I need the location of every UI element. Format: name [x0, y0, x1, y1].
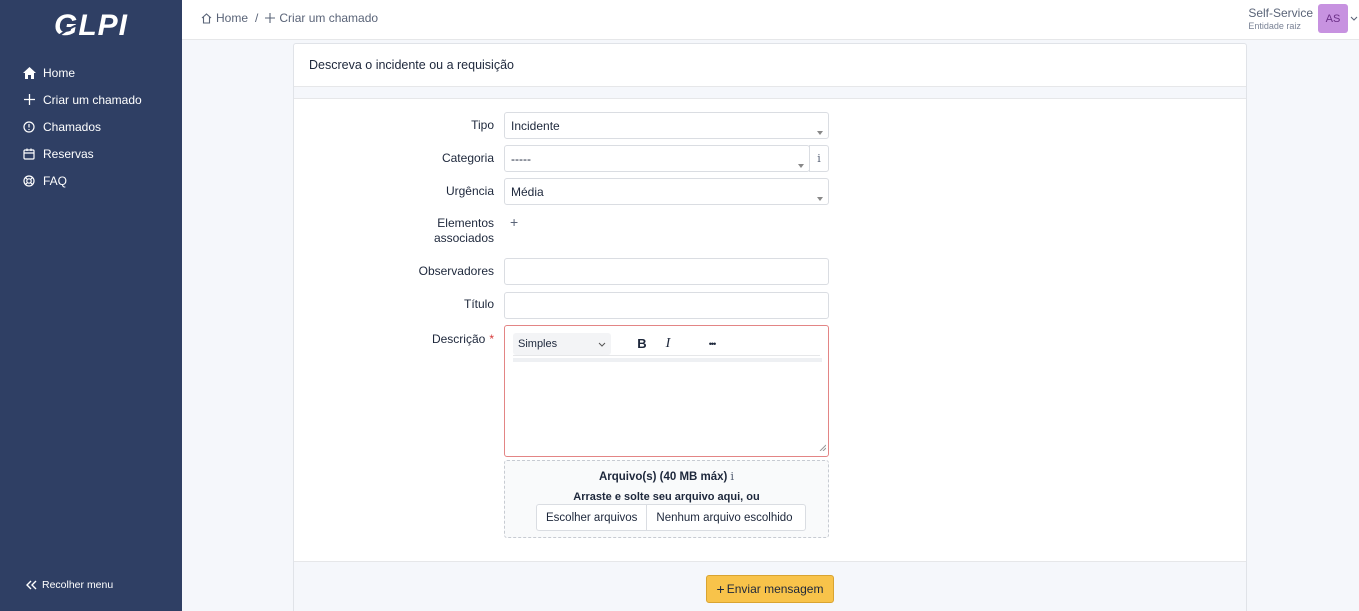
plus-icon: [22, 93, 36, 107]
sidebar-item-label: Criar um chamado: [43, 92, 142, 107]
alert-circle-icon: [22, 120, 36, 134]
more-options-icon[interactable]: •••: [699, 333, 725, 355]
breadcrumb-home[interactable]: Home: [201, 11, 248, 25]
urgencia-label: Urgência: [445, 184, 494, 198]
breadcrumb-criar-chamado[interactable]: Criar um chamado: [265, 11, 378, 25]
chevron-down-icon: [598, 338, 606, 350]
send-message-label: Enviar mensagem: [726, 582, 824, 596]
glpi-logo[interactable]: GLPI: [54, 8, 130, 42]
dropdown-arrow-icon: [817, 124, 823, 138]
home-icon: [22, 66, 36, 80]
italic-button[interactable]: I: [655, 333, 681, 355]
toolbar-shadow: [513, 358, 822, 362]
sidebar-item-criar-chamado[interactable]: Criar um chamado: [0, 86, 182, 113]
profile-name: Self-Service: [1248, 5, 1313, 20]
descricao-label-text: Descrição: [431, 332, 486, 346]
sidebar-item-label: FAQ: [43, 173, 68, 188]
sidebar: GLPI Home Criar um chamado Chamados Rese…: [0, 0, 182, 611]
profile-info: Self-Service Entidade raiz: [1248, 6, 1313, 32]
sidebar-item-home[interactable]: Home: [0, 59, 182, 86]
breadcrumb-label: Home: [216, 11, 249, 25]
format-value: Simples: [518, 337, 558, 350]
top-header: Home / Criar um chamado Self-Service Ent…: [182, 0, 1359, 40]
tipo-select[interactable]: Incidente: [504, 112, 829, 139]
elementos-label: Elementos associados: [434, 216, 494, 246]
sidebar-item-faq[interactable]: FAQ: [0, 167, 182, 194]
collapse-menu-label: Recolher menu: [42, 579, 114, 591]
categoria-label: Categoria: [441, 151, 494, 165]
home-icon: [201, 12, 212, 24]
description-editor[interactable]: Simples B I •••: [504, 325, 829, 457]
card-divider: [294, 87, 1246, 99]
categoria-value: -----: [511, 151, 531, 166]
profile-entity: Entidade raiz: [1248, 20, 1301, 31]
info-icon[interactable]: i: [730, 469, 734, 483]
elementos-label-line1: Elementos: [437, 216, 494, 230]
observadores-label: Observadores: [418, 264, 494, 278]
chevron-down-icon: [1349, 16, 1359, 21]
observadores-input[interactable]: [504, 258, 829, 285]
lifebuoy-icon: [22, 174, 36, 188]
avatar[interactable]: AS: [1318, 4, 1348, 33]
add-associated-item-button[interactable]: +: [510, 214, 518, 230]
titulo-input[interactable]: [504, 292, 829, 319]
breadcrumb-separator: /: [255, 11, 259, 25]
sidebar-item-label: Home: [43, 65, 76, 80]
info-icon[interactable]: i: [809, 145, 829, 172]
tipo-value: Incidente: [511, 118, 560, 133]
urgencia-value: Média: [511, 184, 544, 199]
descricao-label: Descrição *: [432, 332, 494, 347]
plus-icon: [265, 13, 276, 23]
plus-icon: +: [716, 581, 725, 597]
sidebar-item-label: Reservas: [43, 146, 94, 161]
sidebar-item-label: Chamados: [43, 119, 102, 134]
elementos-label-line2: associados: [433, 231, 494, 245]
chevrons-left-icon: [26, 580, 38, 590]
file-input[interactable]: Escolher arquivos Nenhum arquivo escolhi…: [536, 504, 806, 531]
ticket-form-card: Descreva o incidente ou a requisição Tip…: [293, 43, 1247, 611]
format-select[interactable]: Simples: [513, 332, 611, 355]
bold-button[interactable]: B: [629, 333, 655, 355]
tipo-label: Tipo: [471, 118, 494, 132]
choose-files-button[interactable]: Escolher arquivos: [537, 505, 648, 530]
send-message-button[interactable]: + Enviar mensagem: [706, 575, 834, 603]
dropdown-arrow-icon: [798, 157, 804, 171]
dropdown-arrow-icon: [817, 190, 823, 204]
upload-title: Arquivo(s) (40 MB máx) i: [505, 469, 828, 483]
sidebar-item-reservas[interactable]: Reservas: [0, 140, 182, 167]
urgencia-select[interactable]: Média: [504, 178, 829, 205]
file-dropzone[interactable]: Arquivo(s) (40 MB máx) i Arraste e solte …: [504, 460, 829, 538]
drop-instructions: Arraste e solte seu arquivo aqui, ou: [573, 491, 760, 503]
resize-handle-icon[interactable]: [819, 440, 827, 454]
no-file-chosen-text: Nenhum arquivo escolhido: [656, 511, 793, 524]
form-title: Descreva o incidente ou a requisição: [294, 44, 1246, 87]
collapse-menu-button[interactable]: Recolher menu: [26, 579, 113, 591]
breadcrumb-label: Criar um chamado: [279, 11, 379, 25]
categoria-select[interactable]: -----: [504, 145, 810, 172]
sidebar-item-chamados[interactable]: Chamados: [0, 113, 182, 140]
upload-title-text: Arquivo(s) (40 MB máx): [598, 471, 728, 483]
breadcrumb: Home / Criar um chamado: [201, 11, 378, 25]
required-marker: *: [489, 332, 494, 346]
editor-toolbar: Simples B I •••: [513, 332, 820, 356]
titulo-label: Título: [463, 297, 494, 311]
form-footer: + Enviar mensagem: [294, 561, 1246, 611]
sidebar-nav: Home Criar um chamado Chamados Reservas …: [0, 59, 182, 194]
user-profile-menu[interactable]: Self-Service Entidade raiz AS: [1248, 4, 1359, 33]
svg-text:GLPI: GLPI: [54, 9, 128, 42]
calendar-icon: [22, 147, 36, 161]
